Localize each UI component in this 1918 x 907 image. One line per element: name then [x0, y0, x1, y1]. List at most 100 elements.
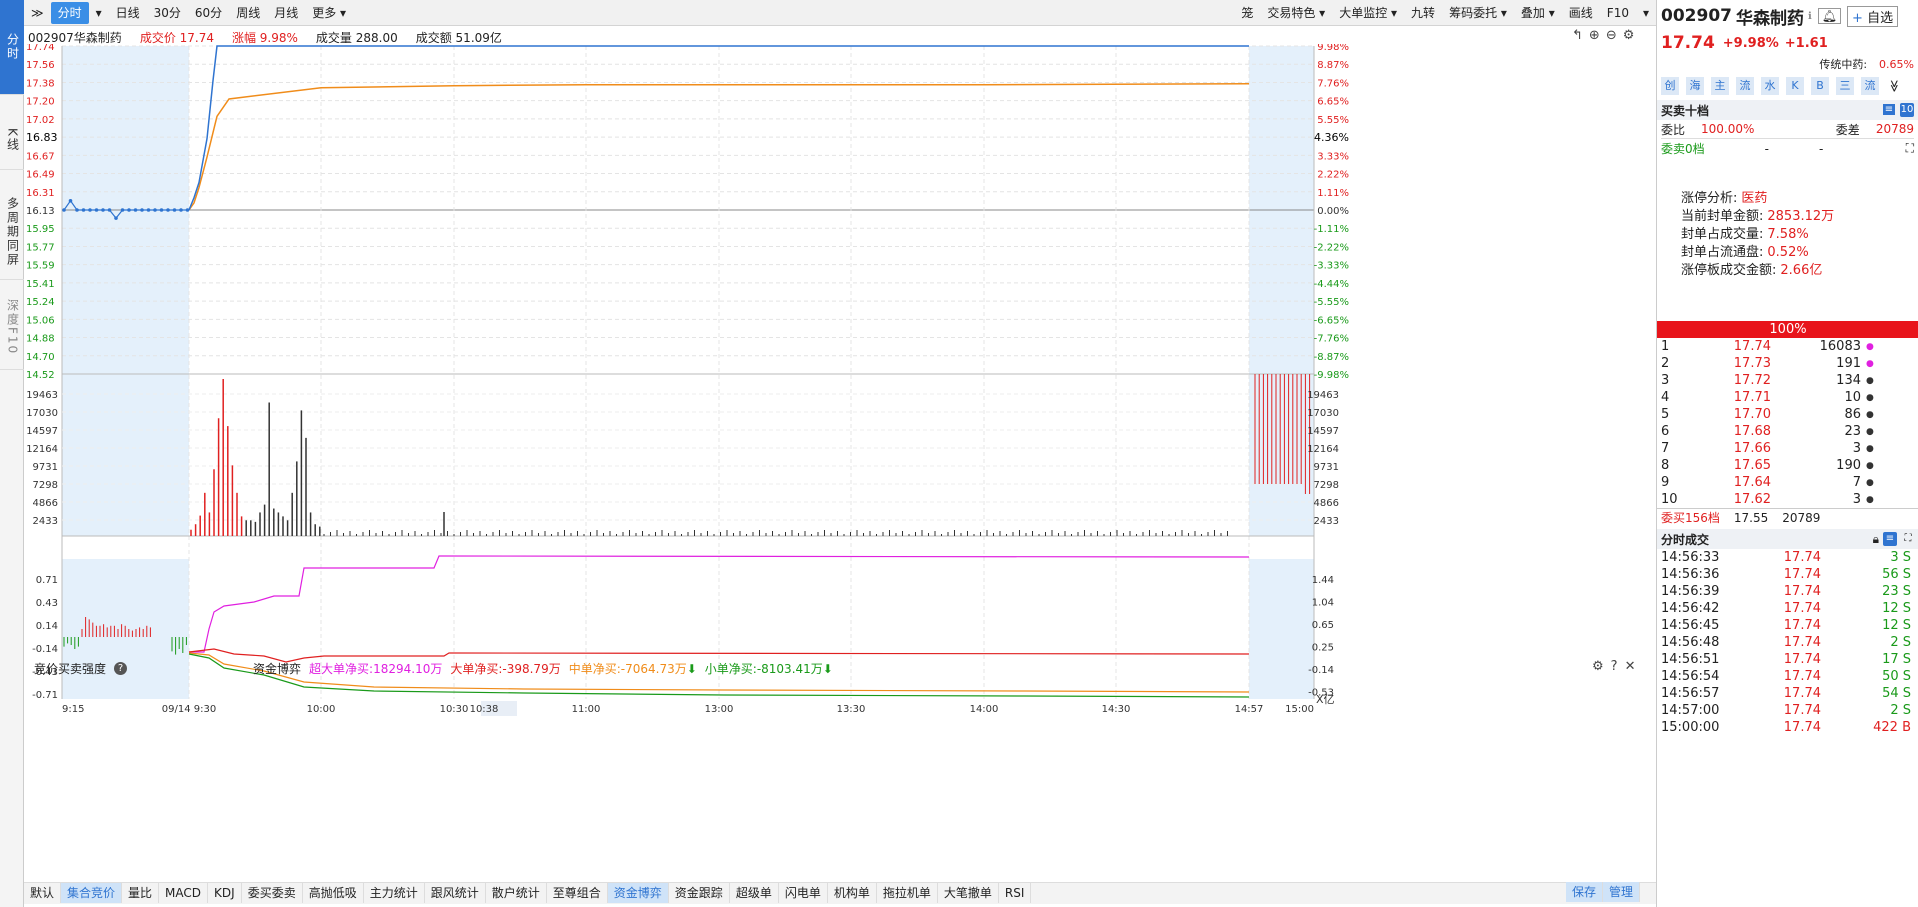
indicator-tab[interactable]: 量比: [122, 883, 160, 903]
zoom-in-icon[interactable]: ⊕: [1589, 28, 1600, 43]
indicator-tab[interactable]: 跟风统计: [425, 883, 486, 903]
tick-price: 17.74: [1783, 720, 1821, 735]
time-tick-label: 10:00: [307, 704, 336, 715]
bid-volume: 3: [1852, 492, 1861, 507]
feature-tag[interactable]: 海: [1686, 77, 1704, 95]
list-icon[interactable]: ≡: [1883, 532, 1897, 546]
chip-order-button[interactable]: 筹码委托 ▾: [1442, 2, 1514, 24]
expand-icon[interactable]: ⛶: [1906, 141, 1914, 156]
trade-feature-button[interactable]: 交易特色 ▾: [1260, 2, 1332, 24]
save-button[interactable]: 保存: [1566, 882, 1604, 902]
indicator-tab[interactable]: 机构单: [828, 883, 877, 903]
indicator-tab[interactable]: 资金博弈: [607, 883, 669, 903]
period-60m-button[interactable]: 60分: [188, 2, 229, 24]
price-tick-label: 16.31: [26, 188, 55, 199]
restore-icon[interactable]: ↰: [1572, 28, 1583, 43]
vol-tick-label: 19463: [1307, 390, 1339, 401]
indicator-tab[interactable]: MACD: [159, 883, 209, 903]
limit-row-label: 封单占成交量:: [1681, 227, 1764, 242]
pct-tick-label: 3.33%: [1317, 151, 1349, 162]
cage-button[interactable]: 笼: [1234, 2, 1260, 24]
indicator-tab[interactable]: 闪电单: [779, 883, 828, 903]
f10-button[interactable]: F10: [1600, 2, 1636, 24]
indicator-tab[interactable]: 拖拉机单: [877, 883, 938, 903]
price-label: 成交价 17.74: [139, 30, 214, 45]
buy-summary-row: 委买156档 17.55 20789: [1657, 508, 1918, 526]
tick-price: 17.74: [1783, 669, 1821, 684]
dot-icon: ●: [1866, 477, 1874, 488]
chevron-down-icon[interactable]: ▾: [1636, 2, 1656, 24]
tick-row: 14:57:00 17.74 2 S: [1657, 702, 1918, 719]
indicator-tab[interactable]: 默认: [24, 883, 62, 903]
bid-row: 2 17.73 191 ●: [1657, 355, 1918, 372]
feature-tag[interactable]: 流: [1736, 77, 1754, 95]
draw-line-button[interactable]: 画线: [1562, 2, 1600, 24]
indicator-tab[interactable]: KDJ: [208, 883, 242, 903]
buy-summary-vol: 20789: [1782, 510, 1821, 525]
tab-depth-f10[interactable]: 深度F10: [0, 285, 24, 370]
gear-icon[interactable]: ⚙: [1623, 28, 1635, 43]
tab-fenshi[interactable]: 分时: [0, 0, 24, 95]
tab-kline[interactable]: K线: [0, 110, 24, 170]
chevron-down-icon[interactable]: ≫: [1887, 80, 1901, 93]
feature-tag[interactable]: 三: [1836, 77, 1854, 95]
info-icon[interactable]: ℹ: [1808, 11, 1812, 22]
lock-icon[interactable]: 🔒︎: [1873, 532, 1879, 547]
help-icon[interactable]: ?: [1611, 659, 1618, 674]
limit-row-label: 封单占流通盘:: [1681, 245, 1764, 260]
help-icon[interactable]: ?: [114, 662, 128, 675]
indicator-tab[interactable]: 资金跟踪: [669, 883, 730, 903]
add-favorite-button[interactable]: + 自选: [1847, 5, 1899, 27]
pct-tick-label: 6.65%: [1317, 97, 1349, 108]
bell-icon[interactable]: 🔔︎: [1817, 8, 1842, 24]
expand-icon[interactable]: ≫: [24, 2, 51, 24]
indicator-right-tick: 1.44: [1312, 575, 1334, 586]
feature-tag[interactable]: 水: [1761, 77, 1779, 95]
nine-turn-button[interactable]: 九转: [1404, 2, 1442, 24]
period-week-button[interactable]: 周线: [229, 2, 267, 24]
period-day-button[interactable]: 日线: [109, 2, 147, 24]
big-net-buy: 大单净买:-398.79万: [450, 662, 561, 676]
big-order-monitor-button[interactable]: 大单监控 ▾: [1332, 2, 1404, 24]
tick-title-label: 分时成交: [1661, 532, 1710, 547]
stock-label: 002907华森制药: [28, 30, 122, 45]
gear-icon[interactable]: ⚙: [1592, 659, 1604, 674]
feature-tag[interactable]: 主: [1711, 77, 1729, 95]
more-button[interactable]: 更多 ▾: [305, 2, 353, 24]
zoom-out-icon[interactable]: ⊖: [1606, 28, 1617, 43]
manage-button[interactable]: 管理: [1603, 882, 1641, 902]
tick-volume: 54 S: [1882, 686, 1911, 701]
expand-icon[interactable]: ⛶: [1901, 532, 1915, 546]
indicator-tab[interactable]: 大笔撤单: [938, 883, 999, 903]
change-label: 涨幅 9.98%: [231, 30, 298, 45]
period-month-button[interactable]: 月线: [267, 2, 305, 24]
vol-tick-label: 4866: [1314, 498, 1339, 509]
tick-price: 17.74: [1783, 567, 1821, 582]
indicator-tab[interactable]: 主力统计: [364, 883, 425, 903]
intraday-chart[interactable]: 17.74 9.98% 17.56 8.87% 17.38 7.76% 17.20 6.65%…: [24, 44, 1656, 884]
chevron-down-icon[interactable]: ▾: [89, 2, 109, 24]
volume-label: 成交量 288.00: [315, 30, 398, 45]
indicator-tab[interactable]: 高抛低吸: [303, 883, 364, 903]
feature-tag[interactable]: K: [1786, 77, 1804, 95]
indicator-tab[interactable]: RSI: [999, 883, 1032, 903]
tab-multi-period[interactable]: 多周期同屏: [0, 185, 24, 280]
dot-icon: ●: [1866, 358, 1874, 369]
indicator-tab[interactable]: 委买委卖: [242, 883, 303, 903]
close-icon[interactable]: ✕: [1625, 659, 1636, 674]
overlay-button[interactable]: 叠加 ▾: [1514, 2, 1562, 24]
weibi-row: 委比 100.00% 委差 20789: [1661, 120, 1914, 138]
tick-time: 14:56:36: [1661, 567, 1720, 582]
period-fenshi-button[interactable]: 分时: [50, 1, 89, 24]
feature-tag[interactable]: 流: [1861, 77, 1879, 95]
indicator-tab[interactable]: 至尊组合: [547, 883, 608, 903]
list-icon[interactable]: ≡: [1882, 103, 1896, 117]
indicator-tab[interactable]: 散户统计: [486, 883, 547, 903]
ten-level-icon[interactable]: 10: [1900, 103, 1914, 117]
indicator-tab[interactable]: 超级单: [730, 883, 779, 903]
period-30m-button[interactable]: 30分: [147, 2, 188, 24]
feature-tag[interactable]: 创: [1661, 77, 1679, 95]
indicator-tab[interactable]: 集合竞价: [61, 883, 123, 903]
sell-price-placeholder: -: [1764, 141, 1769, 156]
feature-tag[interactable]: B: [1811, 77, 1829, 95]
